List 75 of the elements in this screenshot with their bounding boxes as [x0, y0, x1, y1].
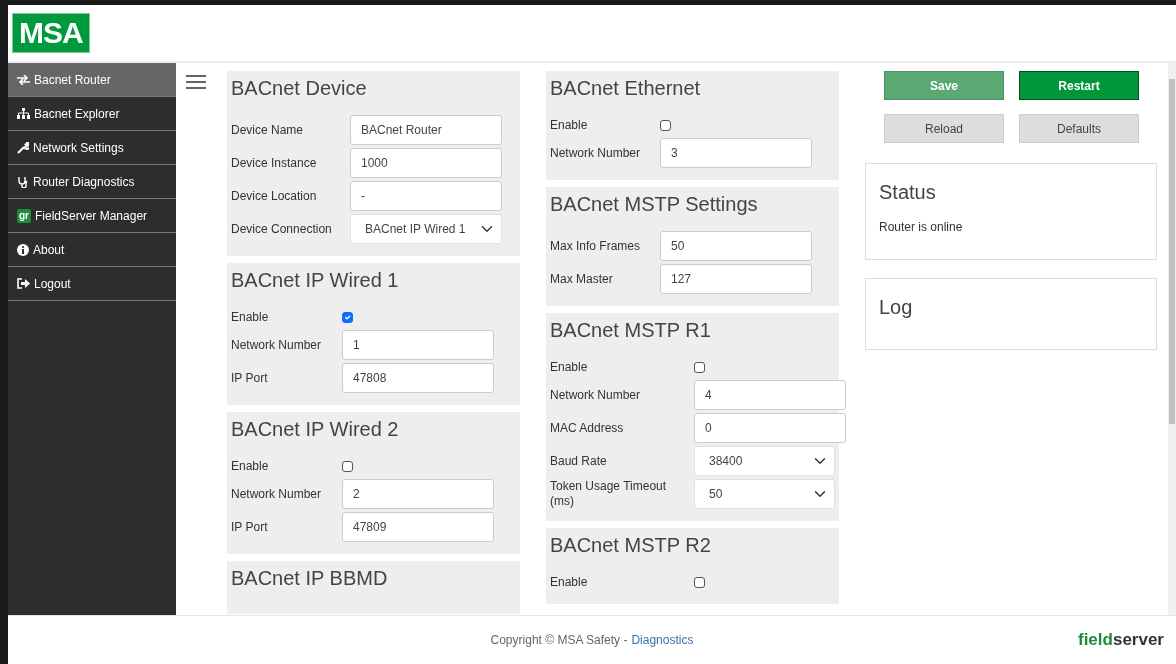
panel-title: BACnet IP BBMD	[231, 566, 389, 590]
action-button[interactable]: Restart	[1019, 71, 1139, 100]
card-title: Log	[879, 295, 914, 319]
input-field[interactable]: 50	[660, 231, 812, 261]
sidebar-item[interactable]: Bacnet Explorer	[8, 97, 176, 131]
field-label: Token Usage Timeout (ms)	[550, 479, 668, 509]
sidebar-item[interactable]: About	[8, 233, 176, 267]
stethoscope-icon	[17, 175, 29, 188]
input-field[interactable]: 1	[342, 330, 494, 360]
sidebar-item[interactable]: Router Diagnostics	[8, 165, 176, 199]
sign-out-icon	[17, 278, 30, 289]
sidebar-item[interactable]: Logout	[8, 267, 176, 301]
dropdown-field[interactable]: 38400	[694, 446, 835, 476]
field-label: Enable	[550, 574, 589, 590]
field-label: Max Master	[550, 271, 614, 287]
sitemap-icon	[17, 108, 30, 119]
wrench-icon	[17, 141, 29, 154]
input-field[interactable]: 47809	[342, 512, 494, 542]
brand-logo: fieldserver	[1078, 629, 1164, 652]
panel-title: BACnet IP Wired 2	[231, 417, 400, 441]
enable-checkbox[interactable]	[342, 460, 353, 472]
enable-checkbox[interactable]	[694, 361, 705, 373]
panel-title: BACnet IP Wired 1	[231, 268, 400, 292]
field-label: Enable	[231, 309, 270, 325]
action-button[interactable]: Defaults	[1019, 114, 1139, 143]
menu-icon[interactable]	[186, 75, 206, 89]
field-label: Max Info Frames	[550, 238, 642, 254]
field-label: Enable	[231, 458, 270, 474]
info-icon	[17, 243, 29, 256]
status-text: Router is online	[879, 219, 964, 236]
field-label: Enable	[550, 359, 589, 375]
field-label: Network Number	[231, 486, 323, 502]
field-label: Device Location	[231, 188, 318, 204]
enable-checkbox[interactable]	[660, 119, 671, 131]
panel-title: BACnet Ethernet	[550, 76, 702, 100]
field-label: Device Name	[231, 122, 305, 138]
input-field[interactable]: 4	[694, 380, 846, 410]
sidebar-item[interactable]: Bacnet Router	[8, 63, 176, 97]
sidebar-item[interactable]: gr FieldServer Manager	[8, 199, 176, 233]
panel-title: BACnet MSTP R2	[550, 533, 712, 557]
field-label: IP Port	[231, 370, 269, 386]
input-field[interactable]: 0	[694, 413, 846, 443]
panel-title: BACnet MSTP Settings	[550, 192, 759, 216]
input-field[interactable]: -	[350, 181, 502, 211]
input-field[interactable]: 3	[660, 138, 812, 168]
swap-arrows-icon	[17, 74, 30, 85]
action-button[interactable]: Reload	[884, 114, 1004, 143]
field-label: Device Connection	[231, 221, 333, 237]
app-badge: gr	[17, 208, 31, 223]
dropdown-field[interactable]: 50	[694, 479, 835, 509]
field-label: Device Instance	[231, 155, 318, 171]
enable-checkbox[interactable]	[694, 576, 705, 588]
sidebar-item[interactable]: Network Settings	[8, 131, 176, 165]
input-field[interactable]: 47808	[342, 363, 494, 393]
field-label: Network Number	[550, 387, 642, 403]
field-label: Network Number	[550, 145, 642, 161]
scrollbar-thumb[interactable]	[1169, 79, 1175, 424]
field-label: Enable	[550, 117, 589, 133]
input-field[interactable]: 2	[342, 479, 494, 509]
field-label: Network Number	[231, 337, 323, 353]
field-label: MAC Address	[550, 420, 625, 436]
field-label: IP Port	[231, 519, 269, 535]
copyright-text: Copyright © MSA Safety -	[490, 632, 628, 649]
diagnostics-link[interactable]: Diagnostics	[631, 631, 694, 649]
dropdown-field[interactable]: BACnet IP Wired 1	[350, 214, 502, 244]
msa-logo: MSA	[12, 13, 90, 53]
enable-checkbox[interactable]	[342, 311, 353, 323]
panel-title: BACnet MSTP R1	[550, 318, 712, 342]
scrollbar[interactable]	[1168, 63, 1176, 615]
panel-title: BACnet Device	[231, 76, 368, 100]
field-label: Baud Rate	[550, 453, 608, 469]
input-field[interactable]: 127	[660, 264, 812, 294]
input-field[interactable]: 1000	[350, 148, 502, 178]
card-title: Status	[879, 180, 937, 204]
input-field[interactable]: BACnet Router	[350, 115, 502, 145]
